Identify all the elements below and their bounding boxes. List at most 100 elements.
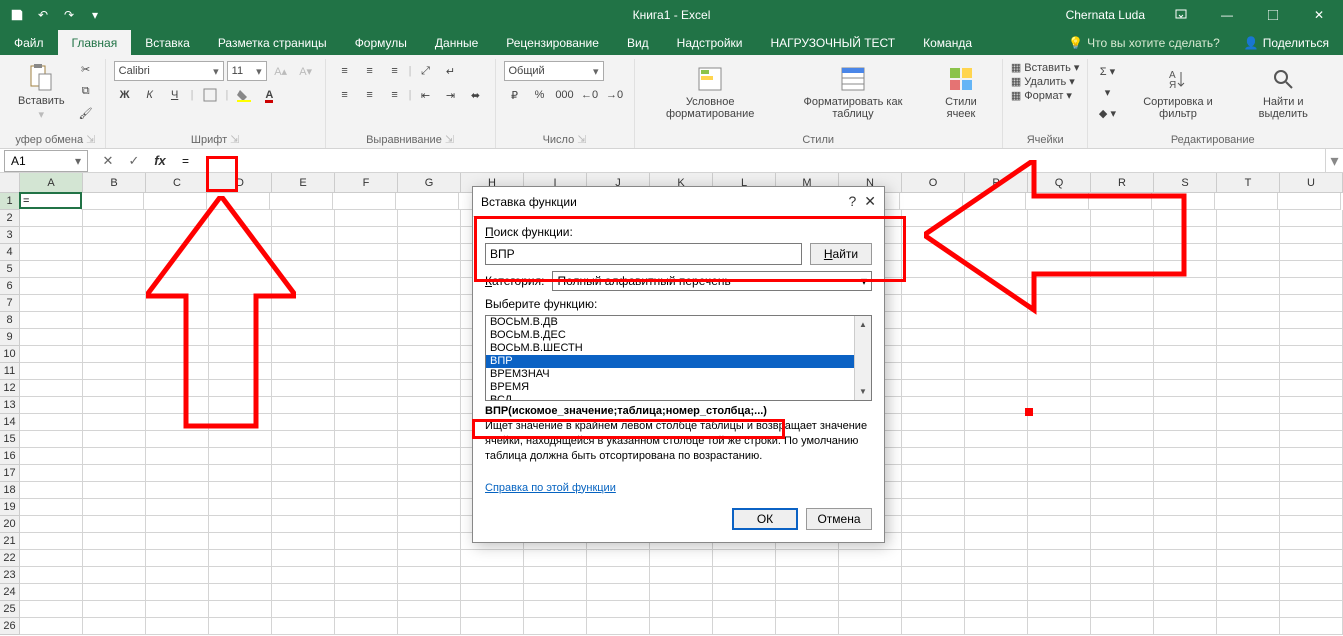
borders-icon[interactable] xyxy=(199,85,221,105)
row-header[interactable]: 25 xyxy=(0,601,19,618)
cell[interactable] xyxy=(335,533,398,550)
cell[interactable] xyxy=(776,601,839,618)
cell[interactable] xyxy=(1280,499,1343,516)
cell[interactable] xyxy=(146,227,209,244)
cell[interactable] xyxy=(1217,482,1280,499)
cell[interactable] xyxy=(965,465,1028,482)
format-painter-icon[interactable]: 🖌 xyxy=(75,103,97,123)
tab-addins[interactable]: Надстройки xyxy=(663,30,757,55)
cell[interactable] xyxy=(1217,516,1280,533)
cell[interactable] xyxy=(272,397,335,414)
cell[interactable] xyxy=(1280,533,1343,550)
cell[interactable] xyxy=(1154,244,1217,261)
cells-insert-button[interactable]: ▦ Вставить ▾ xyxy=(1011,61,1080,74)
cell[interactable] xyxy=(335,329,398,346)
cell[interactable] xyxy=(398,601,461,618)
cell[interactable] xyxy=(1154,601,1217,618)
cell[interactable] xyxy=(1154,380,1217,397)
cell[interactable] xyxy=(965,380,1028,397)
row-header[interactable]: 23 xyxy=(0,567,19,584)
find-button[interactable]: Найти xyxy=(810,243,872,265)
underline-button[interactable]: Ч xyxy=(164,85,186,105)
cell[interactable] xyxy=(398,363,461,380)
column-header[interactable]: R xyxy=(1091,173,1154,192)
cell[interactable] xyxy=(209,278,272,295)
cell[interactable] xyxy=(965,567,1028,584)
cell[interactable] xyxy=(83,210,146,227)
cell[interactable] xyxy=(965,329,1028,346)
cell[interactable] xyxy=(83,397,146,414)
cell[interactable] xyxy=(1280,431,1343,448)
cell[interactable] xyxy=(965,618,1028,635)
tab-insert[interactable]: Вставка xyxy=(131,30,204,55)
cell[interactable] xyxy=(83,312,146,329)
cell[interactable] xyxy=(272,278,335,295)
cell[interactable] xyxy=(461,618,524,635)
cell[interactable] xyxy=(83,329,146,346)
cell[interactable] xyxy=(146,363,209,380)
cell[interactable] xyxy=(1217,601,1280,618)
cell[interactable] xyxy=(902,397,965,414)
cell[interactable] xyxy=(272,584,335,601)
cell[interactable] xyxy=(1028,397,1091,414)
cell[interactable] xyxy=(335,414,398,431)
list-item[interactable]: ВОСЬМ.В.ДВ xyxy=(486,316,854,329)
cell[interactable] xyxy=(1028,380,1091,397)
cell[interactable] xyxy=(1217,618,1280,635)
align-bottom-icon[interactable]: ≡ xyxy=(384,61,406,81)
cell[interactable] xyxy=(1154,499,1217,516)
cell[interactable] xyxy=(1028,516,1091,533)
cell[interactable] xyxy=(965,295,1028,312)
row-header[interactable]: 16 xyxy=(0,448,19,465)
cell[interactable] xyxy=(1154,397,1217,414)
cell[interactable] xyxy=(272,567,335,584)
cell[interactable] xyxy=(902,601,965,618)
cell[interactable] xyxy=(83,380,146,397)
cell[interactable] xyxy=(1028,567,1091,584)
cell[interactable] xyxy=(1028,414,1091,431)
cell[interactable] xyxy=(83,414,146,431)
cell[interactable] xyxy=(398,380,461,397)
cell[interactable] xyxy=(83,465,146,482)
copy-icon[interactable]: ⧉ xyxy=(75,81,97,101)
cell[interactable] xyxy=(587,601,650,618)
cell[interactable] xyxy=(1091,448,1154,465)
cell[interactable] xyxy=(1217,363,1280,380)
cell[interactable] xyxy=(1217,499,1280,516)
cell[interactable] xyxy=(902,533,965,550)
cell[interactable] xyxy=(1154,618,1217,635)
conditional-formatting-button[interactable]: Условное форматирование xyxy=(643,59,778,125)
cell[interactable] xyxy=(1028,482,1091,499)
increase-decimal-icon[interactable]: ←0 xyxy=(579,85,601,105)
cell[interactable] xyxy=(20,329,83,346)
cell[interactable] xyxy=(335,618,398,635)
cell[interactable] xyxy=(20,533,83,550)
cell[interactable] xyxy=(1154,550,1217,567)
cell[interactable] xyxy=(398,465,461,482)
cell[interactable] xyxy=(902,618,965,635)
autosum-icon[interactable]: Σ ▾ xyxy=(1096,61,1118,81)
cell[interactable] xyxy=(902,448,965,465)
cell[interactable] xyxy=(83,499,146,516)
cell[interactable] xyxy=(209,601,272,618)
cell[interactable] xyxy=(1280,516,1343,533)
cell[interactable] xyxy=(1152,193,1215,210)
cell[interactable] xyxy=(209,295,272,312)
cell[interactable] xyxy=(209,431,272,448)
cell[interactable] xyxy=(20,363,83,380)
row-header[interactable]: 24 xyxy=(0,584,19,601)
cell[interactable] xyxy=(20,618,83,635)
tab-home[interactable]: Главная xyxy=(58,30,132,55)
share-button[interactable]: 👤 Поделиться xyxy=(1230,30,1343,55)
cell[interactable] xyxy=(146,516,209,533)
cell[interactable] xyxy=(461,567,524,584)
cell[interactable] xyxy=(1154,516,1217,533)
cell[interactable] xyxy=(902,210,965,227)
cell[interactable] xyxy=(650,601,713,618)
cell[interactable] xyxy=(902,346,965,363)
cell[interactable] xyxy=(524,618,587,635)
cell[interactable] xyxy=(20,516,83,533)
scroll-up-icon[interactable]: ▲ xyxy=(855,316,871,333)
cell[interactable] xyxy=(83,601,146,618)
cell[interactable] xyxy=(20,312,83,329)
